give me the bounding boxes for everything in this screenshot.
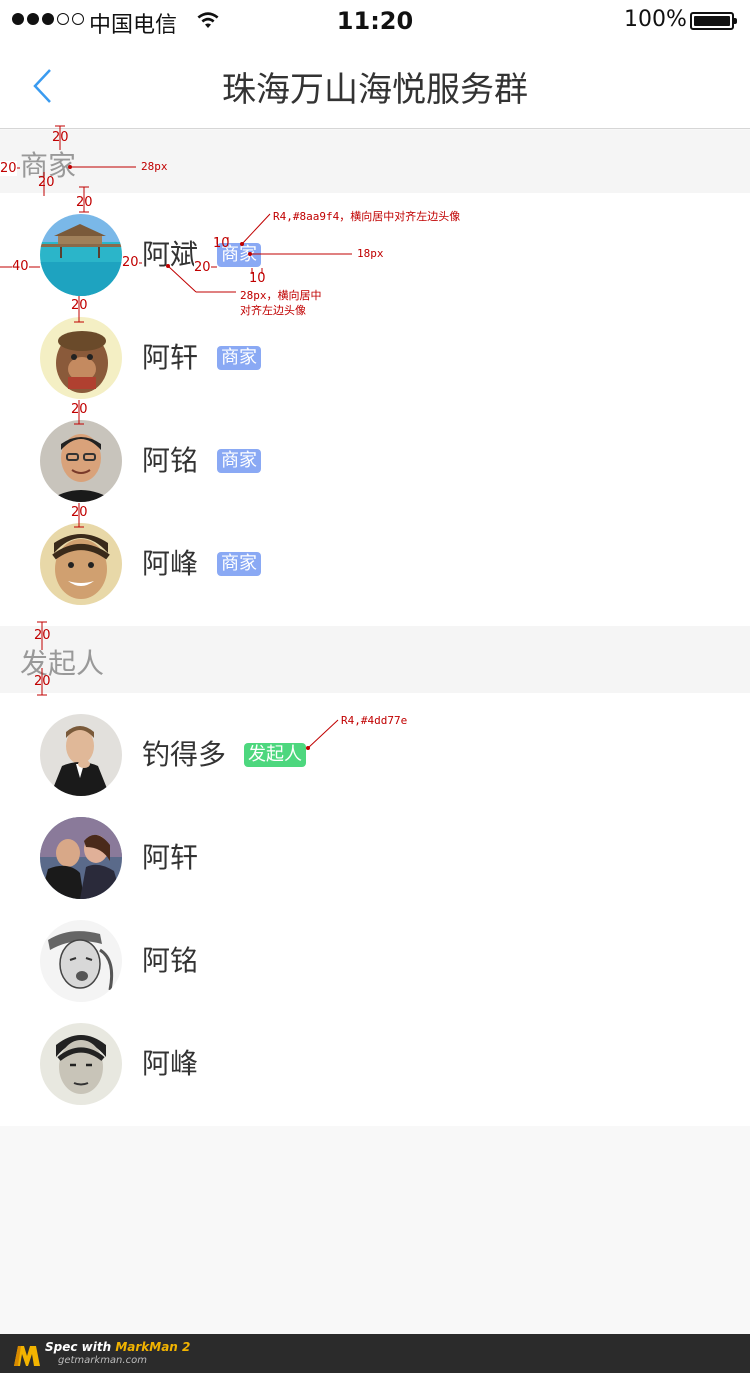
- member-name: 钓得多: [142, 738, 227, 771]
- list-item[interactable]: 阿峰 商家: [0, 502, 750, 605]
- spacing-annotation: 20: [34, 674, 51, 689]
- avatar: [40, 714, 122, 796]
- spacing-annotation: 20: [71, 298, 88, 313]
- avatar: [40, 920, 122, 1002]
- spec-prefix: Spec with: [45, 1340, 116, 1354]
- initiator-list: 钓得多 发起人 阿轩 阿铭 阿峰: [0, 693, 750, 1126]
- spacing-annotation: 20: [52, 130, 69, 145]
- member-name: 阿峰: [142, 547, 199, 580]
- font-size-annotation: 18px: [357, 247, 384, 260]
- member-name: 阿铭: [142, 444, 199, 477]
- list-item[interactable]: 阿轩 商家: [0, 296, 750, 399]
- list-item[interactable]: 阿峰: [0, 1002, 750, 1105]
- navigation-bar: 珠海万山海悦服务群: [0, 40, 750, 129]
- font-size-annotation: 28px: [141, 160, 168, 173]
- spacing-annotation: 20: [38, 175, 55, 190]
- name-style-annotation: 28px，横向居中: [240, 289, 322, 302]
- merchant-tag: 商家: [217, 449, 261, 473]
- tag-style-annotation: R4,#4dd77e: [341, 714, 408, 727]
- member-name: 阿峰: [142, 1047, 199, 1080]
- list-item[interactable]: 阿铭 商家: [0, 399, 750, 502]
- spacing-annotation: 20: [71, 505, 88, 520]
- spacing-annotation: 10: [249, 271, 266, 286]
- spacing-annotation: 20: [122, 255, 139, 270]
- markman-brand: MarkMan 2: [115, 1340, 191, 1354]
- section-title: 发起人: [20, 647, 105, 680]
- avatar: [40, 817, 122, 899]
- markman-url: getmarkman.com: [58, 1355, 147, 1366]
- avatar: [40, 1023, 122, 1105]
- spacing-annotation: 40: [12, 259, 29, 274]
- battery-percentage: 100%: [624, 7, 687, 32]
- spacing-annotation: 20: [194, 260, 211, 275]
- merchant-tag: 商家: [217, 346, 261, 370]
- avatar: [40, 214, 122, 296]
- status-bar: 中国电信 11:20 100%: [0, 0, 750, 40]
- list-item[interactable]: 钓得多 发起人: [0, 693, 750, 796]
- spacing-annotation: 20: [71, 402, 88, 417]
- markman-footer: Spec with MarkMan 2 getmarkman.com: [0, 1334, 750, 1373]
- spacing-annotation: 20: [0, 161, 17, 176]
- member-name: 阿铭: [142, 944, 199, 977]
- page-title: 珠海万山海悦服务群: [222, 70, 528, 110]
- initiator-tag: 发起人: [244, 743, 306, 767]
- spacing-annotation: 10: [213, 236, 230, 251]
- markman-logo-icon: [14, 1346, 40, 1366]
- section-header-initiators: 发起人: [0, 626, 750, 693]
- merchant-tag: 商家: [217, 552, 261, 576]
- avatar: [40, 420, 122, 502]
- battery-icon: [690, 12, 737, 30]
- name-style-annotation: 对齐左边头像: [240, 304, 306, 317]
- spacing-annotation: 20: [34, 628, 51, 643]
- spacing-annotation: 20: [76, 195, 93, 210]
- list-item[interactable]: 阿铭: [0, 899, 750, 1002]
- member-name: 阿斌: [142, 238, 199, 271]
- member-name: 阿轩: [142, 841, 199, 874]
- section-header-merchants: 商家: [0, 130, 750, 193]
- avatar: [40, 523, 122, 605]
- list-item[interactable]: 阿轩: [0, 796, 750, 899]
- avatar: [40, 317, 122, 399]
- member-name: 阿轩: [142, 341, 199, 374]
- markman-spec-label: Spec with MarkMan 2: [45, 1340, 190, 1354]
- tag-style-annotation: R4,#8aa9f4，横向居中对齐左边头像: [273, 210, 461, 223]
